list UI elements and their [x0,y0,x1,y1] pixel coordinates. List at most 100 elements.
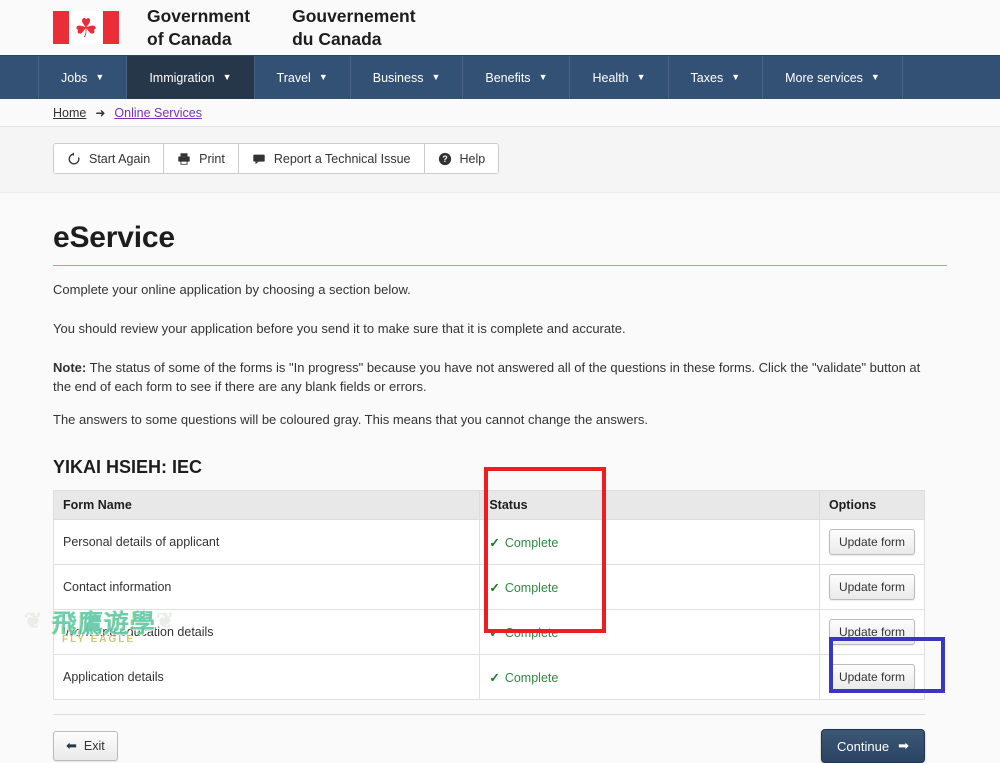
exit-button[interactable]: ⬅ Exit [53,731,118,762]
check-icon: ✓ [489,625,500,640]
table-row: Personal details of applicant ✓ Complete … [52,519,926,566]
review-paragraph: You should review your application befor… [53,320,626,336]
nav-item-taxes[interactable]: Taxes ▼ [669,56,764,99]
maple-leaf-icon: ☘ [74,12,98,43]
toolbar-band: Start Again Print Report a Technical Iss… [0,127,1000,193]
check-icon: ✓ [489,670,500,685]
update-form-button[interactable]: Update form [828,529,915,556]
options-cell: Update form [818,654,926,701]
status-cell: ✓ Complete [479,654,820,701]
check-icon: ✓ [489,580,500,595]
breadcrumb: Home ➜ Online Services [0,99,1000,127]
help-label: Help [459,151,486,166]
status-cell: ✓ Complete [479,609,820,656]
form-name-cell: Application details [52,654,481,701]
main-content: eService Complete your online applicatio… [0,221,1000,763]
note-label: Note: [53,359,87,375]
chevron-down-icon: ▼ [538,72,548,82]
report-technical-issue-button[interactable]: Report a Technical Issue [238,144,425,173]
wordmark-french: Gouvernement du Canada [292,6,416,49]
update-form-button[interactable]: Update form [828,619,915,646]
svg-text:?: ? [442,154,447,164]
nav-item-immigration[interactable]: Immigration ▼ [127,56,255,99]
arrow-right-icon: ➜ [95,105,106,120]
chevron-down-icon: ▼ [431,72,441,82]
applicant-heading: YIKAI HSIEH: IEC [53,457,203,478]
exit-label: Exit [83,739,105,754]
breadcrumb-home-link[interactable]: Home [53,106,86,120]
column-header-options: Options [818,490,926,521]
form-name-cell: Personal details of applicant [52,519,481,566]
nav-item-business[interactable]: Business ▼ [351,56,464,99]
chevron-down-icon: ▼ [731,72,741,82]
action-toolbar: Start Again Print Report a Technical Iss… [53,143,500,174]
options-cell: Update form [818,609,926,656]
nav-item-health[interactable]: Health ▼ [570,56,669,99]
table-row: Application details ✓ Complete Update for… [52,654,926,701]
form-name-cell: Contact information [52,564,481,611]
nav-item-more-services[interactable]: More services ▼ [763,56,903,99]
note-text: The status of some of the forms is "In p… [53,359,921,394]
status-label: Complete [504,625,559,640]
main-navigation: Jobs ▼ Immigration ▼ Travel ▼ Business ▼… [0,55,1000,99]
start-again-label: Start Again [89,151,151,166]
nav-item-jobs[interactable]: Jobs ▼ [38,56,128,99]
note-paragraph: Note: The status of some of the forms is… [53,359,928,397]
nav-item-label: Travel [276,70,311,85]
chevron-down-icon: ▼ [870,72,880,82]
status-label: Complete [504,670,559,685]
brand-header: ☘ Government of Canada Gouvernement du C… [0,0,1000,55]
column-header-status: Status [479,490,820,521]
chevron-down-icon: ▼ [318,72,328,82]
page-title: eService [53,221,175,254]
intro-paragraph: Complete your online application by choo… [53,282,411,297]
status-cell: ✓ Complete [479,564,820,611]
continue-label: Continue [837,738,890,754]
print-label: Print [199,151,225,166]
table-row: Work and education details ✓ Complete Upd… [52,609,926,656]
status-label: Complete [504,580,559,595]
question-mark-circle-icon: ? [438,152,452,166]
nav-item-label: Immigration [149,70,215,85]
start-again-button[interactable]: Start Again [54,144,165,173]
forms-table: Form Name Status Options Personal detail… [52,490,926,701]
report-technical-issue-label: Report a Technical Issue [273,151,411,166]
help-button[interactable]: ? Help [424,144,499,173]
speech-bubble-icon [252,152,266,166]
continue-button[interactable]: Continue ➡ [821,729,925,763]
table-row: Contact information ✓ Complete Update for… [52,564,926,611]
gray-answers-paragraph: The answers to some questions will be co… [53,412,648,428]
wordmark-group: Government of Canada Gouvernement du Can… [147,5,416,50]
check-icon: ✓ [489,535,500,550]
nav-item-label: Jobs [61,70,88,85]
nav-item-label: Benefits [485,70,531,85]
arrow-left-icon: ⬅ [66,738,77,754]
nav-item-travel[interactable]: Travel ▼ [255,56,351,99]
arrow-right-icon: ➡ [898,738,909,754]
footer-actions: ⬅ Exit Continue ➡ [53,729,925,763]
nav-item-label: More services [785,70,863,85]
table-header-row: Form Name Status Options [52,490,926,521]
print-button[interactable]: Print [164,144,239,173]
footer-divider [53,714,925,716]
status-label: Complete [504,535,559,550]
form-name-cell: Work and education details [52,609,481,656]
chevron-down-icon: ▼ [222,72,232,82]
canada-flag-icon: ☘ [53,11,119,44]
options-cell: Update form [818,519,926,566]
title-divider [53,265,947,266]
options-cell: Update form [818,564,926,611]
nav-item-benefits[interactable]: Benefits ▼ [463,56,571,99]
refresh-icon [67,152,81,166]
chevron-down-icon: ▼ [95,72,105,82]
nav-item-label: Taxes [690,70,724,85]
chevron-down-icon: ▼ [636,72,646,82]
update-form-button[interactable]: Update form [828,664,915,691]
update-form-button[interactable]: Update form [828,574,915,601]
nav-item-label: Health [592,70,629,85]
printer-icon [177,152,191,166]
wordmark-english: Government of Canada [147,6,251,49]
breadcrumb-online-services-link[interactable]: Online Services [114,106,202,120]
status-cell: ✓ Complete [479,519,820,566]
nav-item-label: Business [372,70,424,85]
